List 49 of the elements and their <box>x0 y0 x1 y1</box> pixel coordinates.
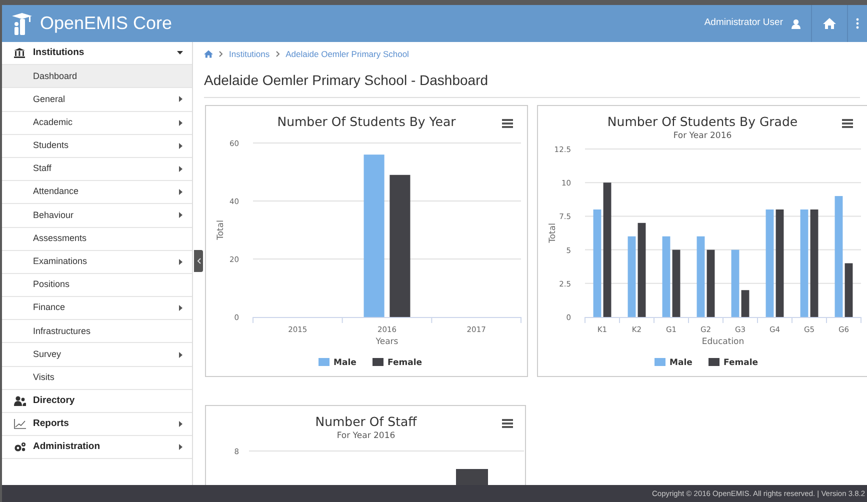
legend-item[interactable]: Male <box>318 358 356 368</box>
chart-subtitle: For Year 2016 <box>673 131 732 141</box>
logo-icon <box>12 12 34 36</box>
axis-label: Total <box>548 223 558 243</box>
menu-item[interactable]: Academic <box>2 112 192 135</box>
legend-item[interactable]: Male <box>654 358 692 368</box>
home-icon[interactable] <box>204 50 213 58</box>
legend-label: Female <box>724 358 758 368</box>
menu-item[interactable]: Visits <box>2 366 192 390</box>
legend-label: Male <box>670 358 693 368</box>
menu-item[interactable]: Directory <box>2 390 192 413</box>
menu-item[interactable]: Examinations <box>2 250 192 274</box>
chart-title: Number Of Staff <box>315 414 417 429</box>
menu-item[interactable]: Assessments <box>2 228 192 251</box>
legend-label: Male <box>334 358 357 368</box>
page-title: Adelaide Oemler Primary School - Dashboard <box>204 70 860 98</box>
chart-title: Number Of Students By Grade <box>607 114 798 129</box>
legend-item[interactable]: Female <box>372 358 422 368</box>
more-icon[interactable] <box>856 18 859 29</box>
menu-item[interactable]: Reports <box>2 413 192 436</box>
chevron-icon <box>196 258 200 264</box>
chart-title: Number Of Students By Year <box>277 114 456 129</box>
chart-bar <box>672 250 680 317</box>
legend-item[interactable]: Female <box>708 358 758 368</box>
people-icon <box>14 396 26 406</box>
home-icon[interactable] <box>823 18 836 29</box>
bank-icon <box>14 48 25 58</box>
chevron-icon <box>276 51 280 57</box>
chart-bar <box>706 250 715 317</box>
collapse-handle[interactable] <box>194 250 203 272</box>
axis-label: Total <box>216 220 226 240</box>
axis-label: Years <box>376 337 398 347</box>
menu-icon[interactable] <box>502 419 513 428</box>
legend-label: Female <box>388 358 422 368</box>
user-icon[interactable] <box>791 18 801 28</box>
line-chart-icon <box>14 419 26 430</box>
chart-bar <box>844 263 853 317</box>
chart-bar <box>731 250 740 317</box>
chart-bar <box>741 290 750 317</box>
menu-item[interactable]: Dashboard <box>2 65 192 88</box>
menu-icon[interactable] <box>502 119 513 128</box>
menu-item[interactable]: Administration <box>2 436 192 460</box>
app-name: OpenEMIS Core <box>40 12 172 35</box>
user-name: Administrator User <box>704 16 784 30</box>
chevron-icon <box>219 51 223 57</box>
axis-label: Education <box>702 337 744 347</box>
gears-icon <box>14 442 26 452</box>
chart-subtitle: For Year 2016 <box>336 431 396 441</box>
menu-icon[interactable] <box>842 119 853 128</box>
